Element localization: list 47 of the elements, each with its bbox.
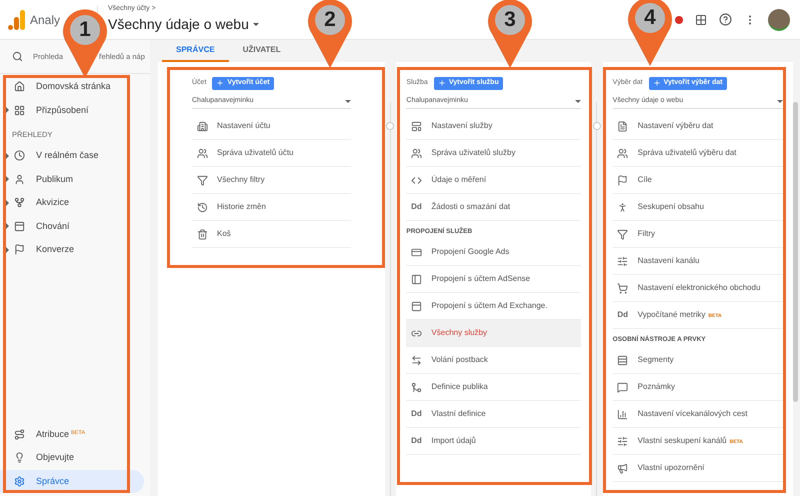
dd-icon: Dd bbox=[617, 309, 628, 321]
product-name: Analy bbox=[30, 12, 62, 28]
menu-item[interactable]: Nastavení kanálu bbox=[612, 248, 784, 275]
tab[interactable]: UŽIVATEL bbox=[228, 40, 295, 62]
menu-item[interactable]: Správa uživatelů služby bbox=[406, 140, 581, 167]
menu-item[interactable]: Správa uživatelů účtu bbox=[192, 140, 351, 167]
menu-item[interactable]: Koš bbox=[192, 221, 351, 248]
sidebar-item[interactable]: Publikum bbox=[0, 168, 144, 191]
pin-number: 3 bbox=[503, 8, 517, 32]
sidebar-item[interactable]: V reálném čase bbox=[0, 144, 144, 168]
sidebar-item[interactable]: Chování bbox=[0, 214, 144, 238]
menu-item[interactable]: Dd Vlastní definice bbox=[406, 401, 581, 428]
menu-item[interactable]: Nastavení služby bbox=[406, 113, 581, 140]
sidebar-item[interactable]: Konverze bbox=[0, 238, 144, 262]
sidebar-item[interactable]: Akvizice bbox=[0, 191, 144, 214]
menu-item[interactable]: Dd Import údajů bbox=[406, 428, 581, 455]
menu-item[interactable]: Údaje o měření bbox=[406, 167, 581, 194]
menu-item[interactable]: Dd Žádosti o smazání dat bbox=[406, 194, 581, 221]
menu-item[interactable]: Definice publika bbox=[406, 374, 581, 401]
menu-item[interactable]: Správa uživatelů výběru dat bbox=[612, 140, 784, 167]
menu-item[interactable]: Volání postback bbox=[406, 347, 581, 374]
sidebar-item[interactable]: Domovská stránka bbox=[0, 75, 144, 98]
dd-icon: Dd bbox=[411, 408, 422, 420]
view-selector[interactable]: Všechny údaje o webu bbox=[108, 14, 259, 36]
menu-item[interactable]: Filtry bbox=[612, 221, 784, 248]
menu-item[interactable]: Všechny služby bbox=[406, 320, 581, 347]
menu-item[interactable]: Nastavení účtu bbox=[192, 113, 351, 140]
pin-number: 1 bbox=[78, 18, 92, 42]
pin-number: 4 bbox=[643, 6, 657, 30]
sidebar-item[interactable]: Přizpůsobení bbox=[0, 98, 144, 122]
menu-item[interactable]: Propojení Google Ads bbox=[406, 239, 581, 266]
menu-item[interactable]: Vlastní upozornění bbox=[612, 455, 784, 482]
sidebar-item[interactable]: Atribuce $^{BETA}$ bbox=[0, 422, 144, 446]
menu-item[interactable]: Historie změn bbox=[192, 194, 351, 221]
menu-item[interactable]: Seskupení obsahu bbox=[612, 194, 784, 221]
menu-item[interactable]: Nastavení vícekanálových cest bbox=[612, 401, 784, 428]
pin-number: 2 bbox=[323, 8, 337, 32]
dd-icon: Dd bbox=[411, 435, 422, 447]
menu-item[interactable]: Poznámky bbox=[612, 374, 784, 401]
menu-item[interactable]: Cíle bbox=[612, 167, 784, 194]
menu-item[interactable]: Všechny filtry bbox=[192, 167, 351, 194]
menu-item[interactable]: Nastavení výběru dat bbox=[612, 113, 784, 140]
menu-item[interactable]: Segmenty bbox=[612, 347, 784, 374]
menu-item[interactable]: Propojení s účtem AdSense bbox=[406, 266, 581, 293]
menu-item[interactable]: Nastavení elektronického obchodu bbox=[612, 275, 784, 302]
dd-icon: Dd bbox=[411, 201, 422, 213]
sidebar-item[interactable]: Objevujte bbox=[0, 446, 144, 470]
